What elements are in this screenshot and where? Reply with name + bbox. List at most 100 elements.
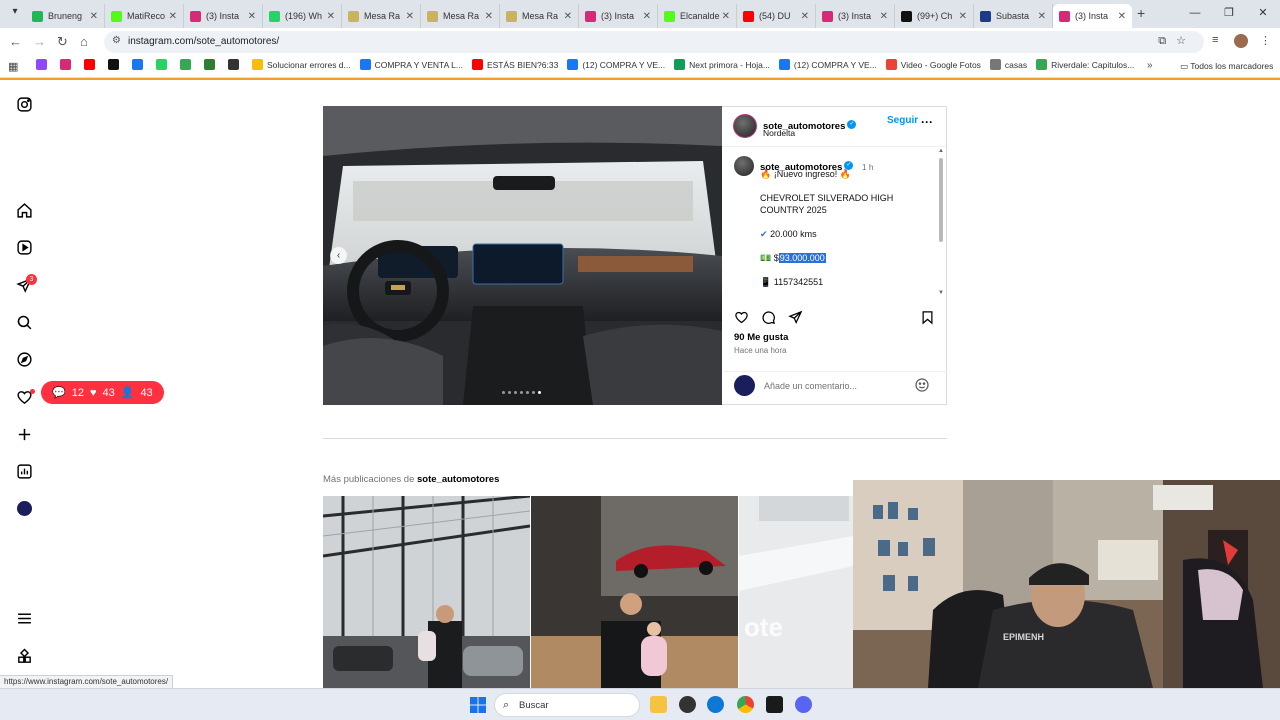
tab-close-icon[interactable]: ✕ bbox=[801, 11, 809, 22]
site-info-icon[interactable]: ⚙ bbox=[112, 35, 121, 46]
chrome-icon[interactable] bbox=[737, 696, 754, 713]
apps-grid-icon[interactable]: ▦ bbox=[8, 60, 18, 73]
search-icon[interactable] bbox=[15, 313, 33, 331]
more-options-icon[interactable]: ··· bbox=[921, 115, 933, 129]
author-avatar[interactable] bbox=[733, 114, 757, 138]
tab-close-icon[interactable]: ✕ bbox=[722, 11, 730, 22]
minimize-icon[interactable]: — bbox=[1178, 0, 1212, 28]
media-controls-icon[interactable]: ≡ bbox=[1212, 34, 1218, 46]
carousel-prev-button[interactable]: ‹ bbox=[330, 247, 347, 264]
post-thumbnail-office[interactable] bbox=[531, 496, 738, 688]
bookmark-item[interactable]: casas bbox=[989, 59, 1027, 70]
comment-bubble-icon[interactable] bbox=[761, 310, 776, 325]
dashboard-icon[interactable] bbox=[15, 462, 33, 480]
tab-close-icon[interactable]: ✕ bbox=[1118, 11, 1126, 22]
bookmark-item[interactable]: ESTÁS BIEN?6:33 bbox=[471, 59, 558, 70]
url-text[interactable]: instagram.com/sote_automotores/ bbox=[128, 36, 279, 47]
taskbar-search[interactable]: ⌕ Buscar bbox=[494, 693, 640, 717]
browser-menu-icon[interactable]: ⋮ bbox=[1260, 34, 1271, 47]
bookmark-item[interactable]: (12) COMPRA Y VE... bbox=[778, 59, 877, 70]
restore-icon[interactable]: ❐ bbox=[1212, 0, 1246, 28]
omnibox[interactable]: ⚙ instagram.com/sote_automotores/ ⧉☆ bbox=[104, 31, 1204, 53]
bookmark-item[interactable] bbox=[108, 59, 123, 70]
bookmark-item[interactable] bbox=[204, 59, 219, 70]
browser-tab[interactable]: Subasta ✕ bbox=[974, 4, 1053, 28]
steam-icon[interactable] bbox=[679, 696, 696, 713]
browser-tab[interactable]: (3) Insta ✕ bbox=[1053, 4, 1132, 28]
likes-count[interactable]: 90 Me gusta bbox=[734, 332, 788, 343]
post-image-truck-interior[interactable] bbox=[323, 106, 722, 405]
browser-tab[interactable]: Mesa Ra ✕ bbox=[342, 4, 421, 28]
save-bookmark-icon[interactable] bbox=[920, 310, 935, 325]
share-send-icon[interactable] bbox=[788, 310, 803, 325]
post-thumbnail-warehouse[interactable] bbox=[323, 496, 530, 688]
tab-close-icon[interactable]: ✕ bbox=[248, 11, 256, 22]
post-thumbnail-logo[interactable]: ote bbox=[739, 496, 853, 688]
tab-close-icon[interactable]: ✕ bbox=[1038, 11, 1046, 22]
browser-tab[interactable]: Mesa Ra ✕ bbox=[421, 4, 500, 28]
like-heart-icon[interactable] bbox=[734, 310, 749, 325]
post-location[interactable]: Nordelta bbox=[763, 128, 795, 138]
browser-tab[interactable]: Elcanalde ✕ bbox=[658, 4, 737, 28]
new-tab-button[interactable]: + bbox=[1137, 5, 1145, 21]
home-icon[interactable] bbox=[15, 201, 33, 219]
browser-tab[interactable]: Bruneng ✕ bbox=[26, 4, 105, 28]
tab-close-icon[interactable]: ✕ bbox=[564, 11, 572, 22]
tab-close-icon[interactable]: ✕ bbox=[90, 11, 98, 22]
browser-tab[interactable]: (3) Insta ✕ bbox=[579, 4, 658, 28]
bookmark-item[interactable] bbox=[36, 59, 51, 70]
reload-icon[interactable]: ↻ bbox=[57, 34, 68, 50]
bookmark-item[interactable]: Solucionar errores d... bbox=[252, 59, 351, 70]
bookmark-item[interactable]: COMPRA Y VENTA L... bbox=[359, 59, 463, 70]
tab-close-icon[interactable]: ✕ bbox=[169, 11, 177, 22]
tab-close-icon[interactable]: ✕ bbox=[643, 11, 651, 22]
bookmark-item[interactable]: Riverdale: Capitulos... bbox=[1036, 59, 1134, 70]
browser-tab[interactable]: MatiReco ✕ bbox=[105, 4, 184, 28]
profile-avatar-icon[interactable] bbox=[17, 501, 32, 516]
tab-close-icon[interactable]: ✕ bbox=[880, 11, 888, 22]
follow-button[interactable]: Seguir bbox=[887, 115, 918, 126]
bookmark-item[interactable] bbox=[132, 59, 147, 70]
caption-scroll-thumb[interactable] bbox=[939, 158, 943, 242]
back-icon[interactable]: ← bbox=[9, 34, 22, 49]
browser-tab[interactable]: (196) Wh ✕ bbox=[263, 4, 342, 28]
install-bookmark-icons[interactable]: ⧉☆ bbox=[1158, 34, 1196, 48]
bookmark-item[interactable]: Video - Google Fotos bbox=[885, 59, 981, 70]
discord-icon[interactable] bbox=[795, 696, 812, 713]
close-window-icon[interactable]: ✕ bbox=[1246, 0, 1280, 28]
bookmark-item[interactable] bbox=[228, 59, 243, 70]
bookmark-item[interactable]: Next primora - Hoja... bbox=[674, 59, 770, 70]
menu-hamburger-icon[interactable] bbox=[15, 609, 33, 627]
bookmark-item[interactable] bbox=[156, 59, 171, 70]
caption-price-selected[interactable]: 93.000.000 bbox=[778, 253, 826, 263]
explore-icon[interactable] bbox=[15, 350, 33, 368]
tab-close-icon[interactable]: ✕ bbox=[485, 11, 493, 22]
browser-tab[interactable]: Mesa Ra ✕ bbox=[500, 4, 579, 28]
reels-icon[interactable] bbox=[15, 238, 33, 256]
bookmark-item[interactable] bbox=[60, 59, 75, 70]
browser-tab[interactable]: (3) Insta ✕ bbox=[184, 4, 263, 28]
instagram-logo-icon[interactable] bbox=[15, 95, 33, 113]
tab-close-icon[interactable]: ✕ bbox=[959, 11, 967, 22]
tab-close-icon[interactable]: ✕ bbox=[406, 11, 414, 22]
tab-close-icon[interactable]: ✕ bbox=[327, 11, 335, 22]
browser-tab[interactable]: (3) Insta ✕ bbox=[816, 4, 895, 28]
more-posts-username[interactable]: sote_automotores bbox=[417, 474, 499, 485]
browser-tab[interactable]: (54) DU ✕ bbox=[737, 4, 816, 28]
caption-author-avatar[interactable] bbox=[734, 156, 754, 176]
forward-icon[interactable]: → bbox=[33, 34, 46, 49]
bookmark-item[interactable]: (12) COMPRA Y VE... bbox=[567, 59, 665, 70]
home-icon[interactable]: ⌂ bbox=[80, 34, 88, 49]
tab-search-icon[interactable]: ▾ bbox=[6, 6, 24, 22]
windows-start-icon[interactable] bbox=[470, 697, 486, 713]
bookmark-item[interactable] bbox=[84, 59, 99, 70]
browser-tab[interactable]: (99+) Ch ✕ bbox=[895, 4, 974, 28]
all-bookmarks-folder[interactable]: ▭ Todos los marcadores bbox=[1180, 61, 1273, 72]
emoji-icon[interactable] bbox=[914, 377, 930, 393]
threads-apps-icon[interactable] bbox=[15, 647, 33, 665]
create-plus-icon[interactable] bbox=[15, 425, 33, 443]
profile-avatar[interactable] bbox=[1234, 34, 1248, 48]
comment-input[interactable] bbox=[764, 380, 904, 392]
edge-icon[interactable] bbox=[707, 696, 724, 713]
more-bookmarks-icon[interactable]: » bbox=[1147, 60, 1153, 71]
